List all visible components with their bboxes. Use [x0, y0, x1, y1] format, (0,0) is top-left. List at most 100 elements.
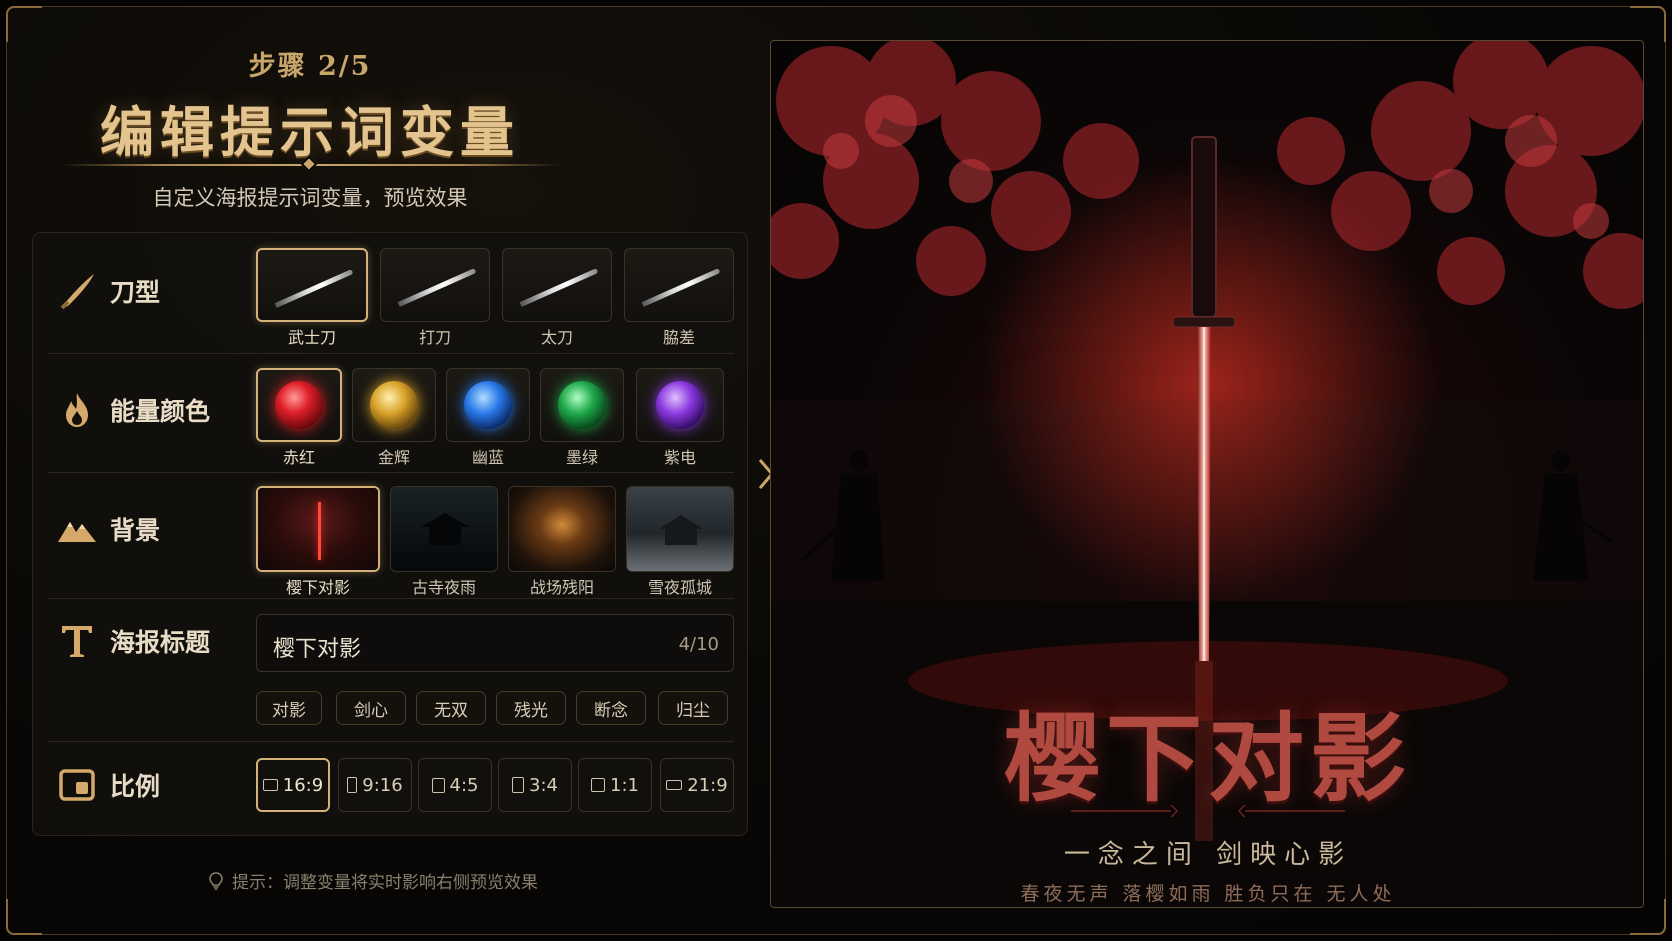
title-suggestion-chip[interactable]: 归尘	[658, 691, 728, 725]
background-option-label: 樱下对影	[285, 578, 350, 597]
hint-text: 提示：调整变量将实时影响右侧预览效果	[208, 868, 538, 893]
blade-image	[641, 268, 721, 307]
energy-swatch	[636, 368, 724, 442]
ratio-option-1-1[interactable]: 1:1	[578, 758, 652, 812]
poster-subtitle: 春夜无声 落樱如雨 胜负只在 无人处	[1020, 883, 1396, 905]
poster-title-input[interactable]: 樱下对影 4/10	[256, 614, 734, 672]
hint-label: 提示：调整变量将实时影响右侧预览效果	[232, 873, 538, 893]
title-suggestion-chip[interactable]: 剑心	[336, 691, 406, 725]
ratio-option-21-9[interactable]: 21:9	[660, 758, 734, 812]
wide-frame-icon	[666, 780, 683, 790]
energy-swatch	[540, 368, 624, 442]
background-row-label: 背景	[56, 508, 160, 550]
frame-corner	[1630, 6, 1666, 42]
blade-option-wakizashi[interactable]: 脇差	[624, 248, 734, 347]
poster-title-value: 樱下对影	[273, 637, 362, 662]
background-option-battlefield[interactable]: 战场残阳	[508, 486, 616, 597]
landscape-frame-icon	[262, 779, 278, 791]
page-subtitle: 自定义海报提示词变量，预览效果	[152, 186, 468, 210]
poster-title-label: 海报标题	[110, 628, 211, 657]
blade-option-uchigatana[interactable]: 打刀	[380, 248, 490, 347]
ratio-option-label: 9:16	[362, 774, 403, 796]
blade-image	[397, 268, 477, 307]
title-suggestion-chip[interactable]: 断念	[576, 691, 646, 725]
energy-option-label: 紫电	[663, 448, 696, 467]
energy-swatch	[256, 368, 342, 442]
portrait-frame-icon	[512, 777, 525, 793]
background-option-label: 雪夜孤城	[647, 578, 712, 597]
ratio-option-9-16[interactable]: 9:16	[338, 758, 412, 812]
purple-orb-icon	[656, 381, 704, 429]
title-suggestion-chip[interactable]: 无双	[416, 691, 486, 725]
blade-image	[274, 269, 354, 308]
blade-icon	[56, 270, 98, 312]
background-image	[509, 487, 615, 571]
blade-option-katana[interactable]: 武士刀	[256, 248, 368, 347]
ratio-option-label: 3:4	[529, 774, 558, 796]
gold-orb-icon	[370, 381, 418, 429]
energy-row-label: 能量颜色	[56, 389, 210, 431]
background-option-sakura[interactable]: 樱下对影	[256, 486, 380, 597]
background-option-label: 战场残阳	[529, 578, 594, 597]
title-suggestion-chip[interactable]: 残光	[496, 691, 566, 725]
blade-thumb	[380, 248, 490, 322]
energy-option-red[interactable]: 赤红	[256, 368, 342, 467]
castle-silhouette	[659, 515, 703, 545]
energy-option-green[interactable]: 墨绿	[540, 368, 624, 467]
ratio-option-16-9[interactable]: 16:9	[256, 758, 330, 812]
poster-tagline: 一念之间 剑映心影	[1063, 840, 1353, 870]
energy-swatch	[352, 368, 436, 442]
blade-thumb	[502, 248, 612, 322]
background-thumb	[508, 486, 616, 572]
background-option-label: 古寺夜雨	[411, 578, 476, 597]
portrait-frame-icon	[347, 777, 358, 793]
blade-option-label: 武士刀	[287, 328, 336, 347]
green-orb-icon	[558, 381, 606, 429]
row-divider	[48, 353, 734, 354]
blade-option-label: 打刀	[418, 328, 451, 347]
frame-corner	[6, 6, 42, 42]
ratio-option-label: 4:5	[449, 774, 479, 796]
aspect-ratio-icon	[56, 764, 98, 806]
ratio-option-3-4[interactable]: 3:4	[498, 758, 572, 812]
poster-preview: 樱下对影 一念之间 剑映心影 春夜无声 落樱如雨 胜负只在 无人处	[770, 40, 1644, 908]
background-option-snow-castle[interactable]: 雪夜孤城	[626, 486, 734, 597]
text-icon	[56, 620, 98, 662]
background-option-temple[interactable]: 古寺夜雨	[390, 486, 498, 597]
background-thumb	[626, 486, 734, 572]
poster-title: 樱下对影	[1004, 702, 1412, 815]
row-divider	[48, 741, 734, 742]
blade-thumb	[624, 248, 734, 322]
blade-row-label: 刀型	[56, 270, 160, 312]
portrait-frame-icon	[431, 777, 445, 793]
ratio-option-label: 1:1	[610, 774, 639, 796]
sword-glow	[318, 502, 321, 560]
red-orb-icon	[275, 381, 323, 429]
energy-option-purple[interactable]: 紫电	[636, 368, 724, 467]
blade-option-label: 脇差	[662, 328, 695, 347]
blade-option-label: 太刀	[540, 328, 573, 347]
poster-title-row-label: 海报标题	[56, 620, 210, 662]
blade-label: 刀型	[110, 278, 161, 307]
row-divider	[48, 598, 734, 599]
ratio-option-4-5[interactable]: 4:5	[418, 758, 492, 812]
background-thumb	[390, 486, 498, 572]
ratio-option-label: 16:9	[282, 774, 324, 796]
background-thumb	[256, 486, 380, 572]
ratio-row-label: 比例	[56, 764, 160, 806]
energy-option-label: 金辉	[377, 448, 410, 467]
ratio-label: 比例	[110, 772, 161, 801]
ratio-option-label: 21:9	[687, 774, 728, 796]
energy-option-label: 赤红	[282, 448, 315, 467]
energy-option-label: 墨绿	[565, 448, 598, 467]
title-suggestion-chip[interactable]: 对影	[256, 691, 322, 725]
energy-option-blue[interactable]: 幽蓝	[446, 368, 530, 467]
blue-orb-icon	[464, 381, 512, 429]
background-label: 背景	[110, 516, 161, 545]
blade-image	[519, 268, 599, 307]
char-counter: 4/10	[678, 634, 719, 655]
energy-option-gold[interactable]: 金辉	[352, 368, 436, 467]
blade-option-tachi[interactable]: 太刀	[502, 248, 612, 347]
frame-corner	[6, 899, 42, 935]
temple-silhouette	[421, 513, 469, 545]
